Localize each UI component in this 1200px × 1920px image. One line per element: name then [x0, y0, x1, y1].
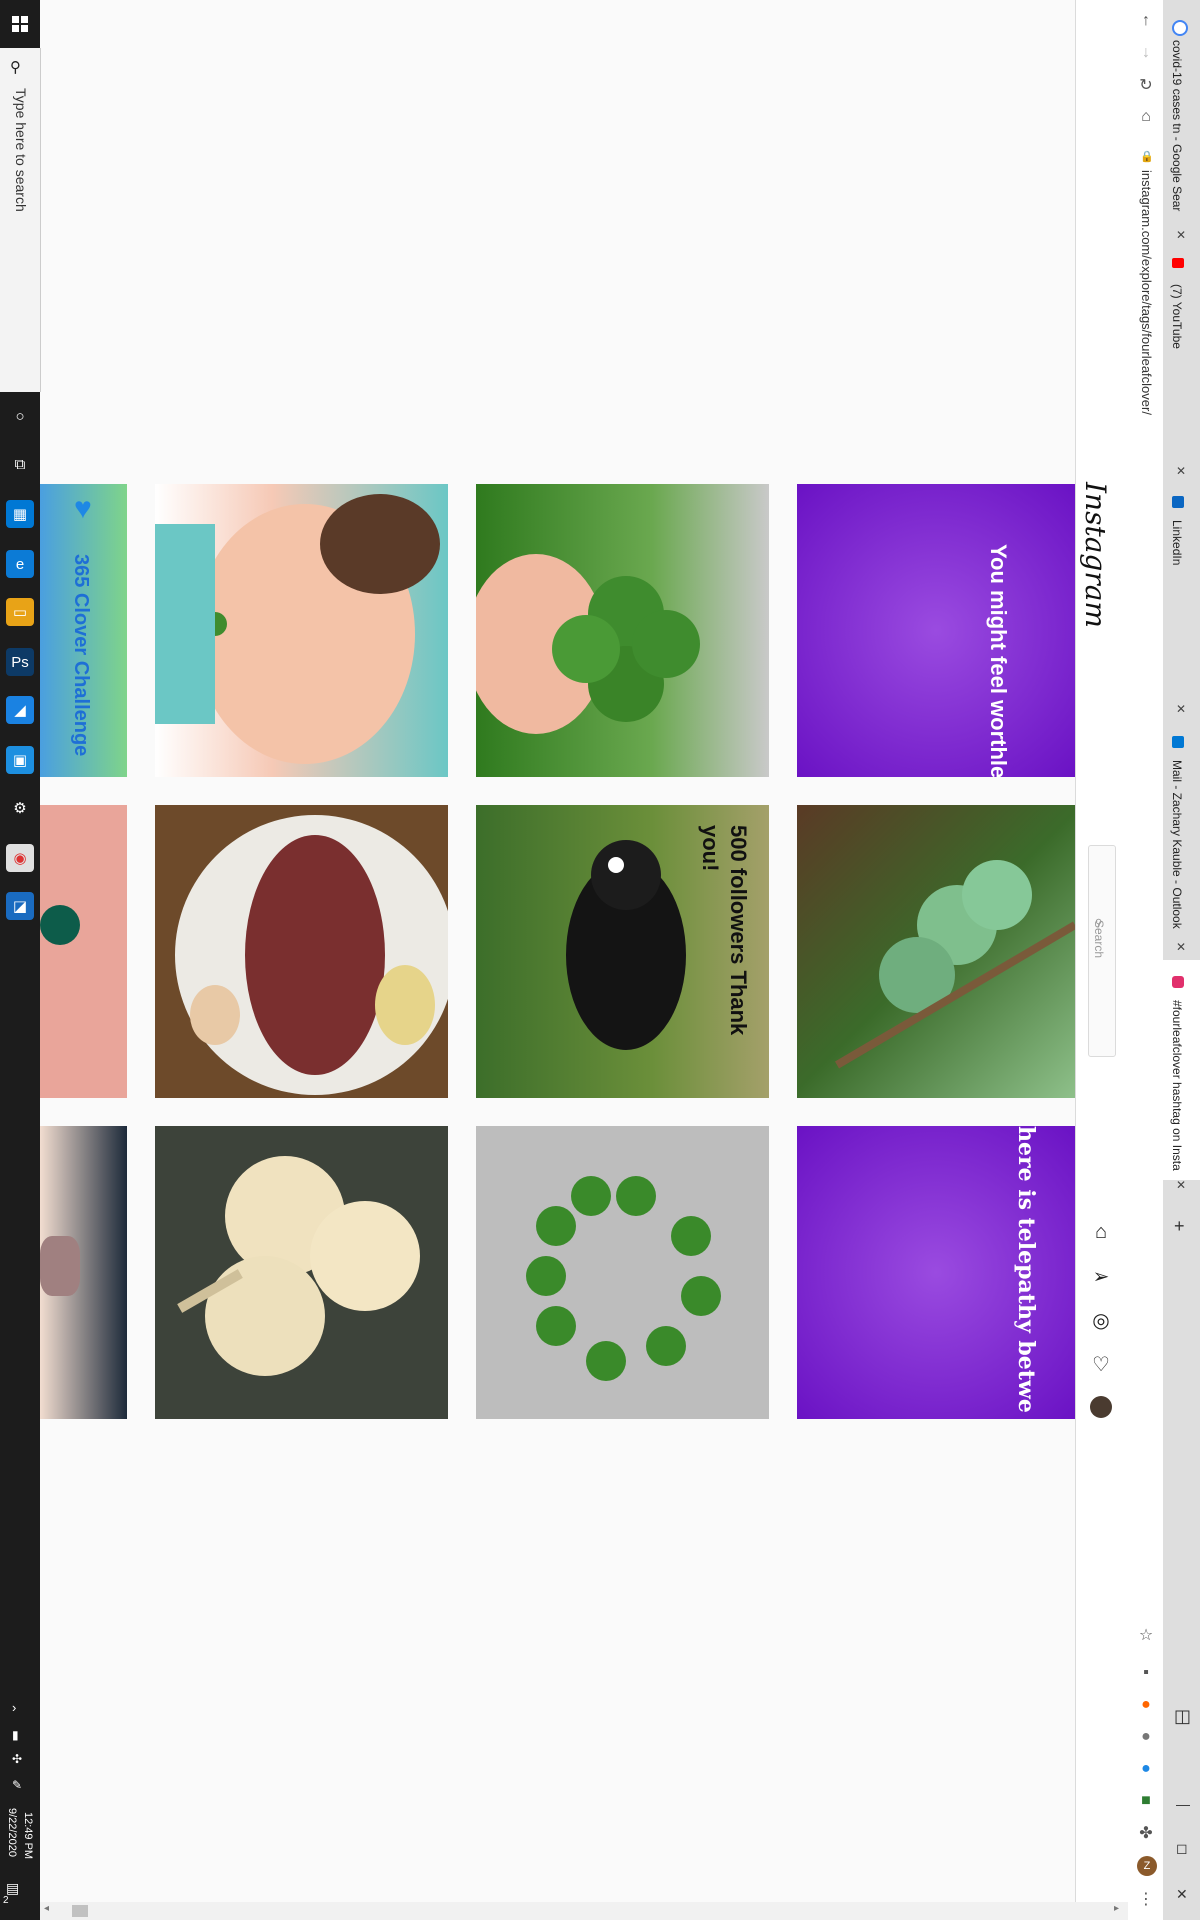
post-caption: You might feel worthless to one person b…: [983, 544, 1013, 777]
notification-icon[interactable]: ▤: [6, 1880, 28, 1902]
close-tab-icon[interactable]: ✕: [1176, 940, 1186, 954]
scrollbar-thumb[interactable]: [72, 1905, 88, 1917]
extension-grammarly-icon[interactable]: ▪: [1135, 1662, 1157, 1684]
maximize-icon[interactable]: ◻: [1176, 1840, 1188, 1857]
store-icon[interactable]: ▦: [6, 500, 34, 528]
azure-icon[interactable]: ◢: [6, 696, 34, 724]
outlook-favicon-icon: [1172, 736, 1184, 748]
dropbox-icon[interactable]: ✣: [12, 1752, 22, 1766]
google-favicon-icon: [1172, 20, 1188, 36]
direct-messages-icon[interactable]: ➢: [1089, 1264, 1113, 1288]
tab-google-title[interactable]: covid-19 cases tn - Google Sear: [1170, 40, 1184, 211]
extension-blue-icon[interactable]: ●: [1135, 1758, 1157, 1780]
settings-gear-icon[interactable]: ⚙: [6, 794, 34, 822]
close-tab-icon[interactable]: ✕: [1176, 228, 1186, 242]
post-caption: here is telepathy betwe hearts.: [1013, 1126, 1039, 1419]
post-365-clover-challenge[interactable]: 365 Clover Challenge ♥: [40, 484, 127, 777]
back-icon[interactable]: ↑: [1135, 10, 1157, 32]
bookmark-star-icon[interactable]: ☆: [1135, 1624, 1157, 1646]
notification-count: 2: [3, 1895, 9, 1906]
tab-youtube-title[interactable]: (7) YouTube: [1170, 284, 1184, 349]
profile-avatar-icon[interactable]: Z: [1137, 1856, 1157, 1876]
taskbar-search-placeholder: Type here to search: [13, 88, 29, 212]
tab-instagram-title[interactable]: #fourleafclover hashtag on Insta: [1170, 1000, 1184, 1171]
photoshop-icon[interactable]: Ps: [6, 648, 34, 676]
emerald-pendant: [40, 905, 80, 945]
heart-logo-icon: ♥: [74, 492, 92, 525]
instagram-logo[interactable]: Instagram: [1079, 482, 1112, 628]
extensions-puzzle-icon[interactable]: ✤: [1135, 1822, 1157, 1844]
profile-avatar[interactable]: [1090, 1396, 1112, 1418]
horizontal-scrollbar[interactable]: [40, 1902, 1128, 1920]
restore-window-icon[interactable]: ◫: [1174, 1706, 1191, 1727]
remote-desktop-icon[interactable]: ▣: [6, 746, 34, 774]
file-explorer-icon[interactable]: ▭: [6, 598, 34, 626]
search-icon: ⚲: [1095, 918, 1103, 929]
edge-icon[interactable]: e: [6, 550, 34, 578]
reload-icon[interactable]: ↻: [1135, 74, 1157, 96]
clock-date[interactable]: 9/22/2020: [6, 1808, 18, 1857]
post-caption: 500 followers Thank you!: [698, 825, 751, 1036]
home-icon[interactable]: ⌂: [1135, 106, 1157, 128]
post-clover-tattoo[interactable]: [40, 1126, 127, 1419]
close-tab-icon[interactable]: ✕: [1176, 464, 1186, 478]
close-window-icon[interactable]: ✕: [1176, 1886, 1188, 1903]
network-icon[interactable]: ▮: [12, 1728, 19, 1742]
youtube-favicon-icon: [1172, 258, 1184, 268]
tab-linkedin-title[interactable]: LinkedIn: [1170, 520, 1184, 565]
post-gold-clover-brooch[interactable]: [155, 1126, 448, 1419]
clock-time[interactable]: 12:49 PM: [22, 1812, 34, 1859]
tab-outlook-title[interactable]: Mail - Zachary Kauble - Outlook: [1170, 760, 1184, 929]
post-corned-beef[interactable]: [155, 805, 448, 1098]
cortana-icon[interactable]: ○: [6, 402, 34, 430]
address-bar-url[interactable]: instagram.com/explore/tags/fourleafclove…: [1139, 170, 1154, 415]
activity-heart-icon[interactable]: ♡: [1089, 1352, 1113, 1376]
chevron-up-icon[interactable]: ›: [12, 1700, 16, 1715]
menu-dots-icon[interactable]: ⋮: [1135, 1888, 1157, 1910]
post-caption: 365 Clover Challenge: [70, 554, 92, 757]
extension-grey-icon[interactable]: ●: [1135, 1726, 1157, 1748]
post-clover-plant[interactable]: [797, 805, 1075, 1098]
post-clover-heart-ring[interactable]: [476, 1126, 769, 1419]
post-hand-necklace[interactable]: [40, 805, 127, 1098]
pen-icon[interactable]: ✎: [12, 1778, 22, 1792]
post-girl-clover[interactable]: [155, 484, 448, 777]
close-tab-icon[interactable]: ✕: [1176, 1178, 1186, 1192]
forward-icon[interactable]: ↓: [1135, 42, 1157, 64]
new-tab-icon[interactable]: +: [1174, 1216, 1185, 1237]
lock-icon: 🔒: [1140, 151, 1154, 163]
linkedin-favicon-icon: [1172, 496, 1184, 508]
close-tab-icon[interactable]: ✕: [1176, 702, 1186, 716]
extension-green-icon[interactable]: ■: [1135, 1790, 1157, 1812]
extension-orange-icon[interactable]: ●: [1135, 1694, 1157, 1716]
scroll-left-icon[interactable]: ◂: [44, 1903, 49, 1914]
chrome-icon[interactable]: ◉: [6, 844, 34, 872]
windows-start-icon[interactable]: [0, 0, 40, 48]
post-dog-500-followers[interactable]: 500 followers Thank you!: [476, 805, 769, 1098]
tattoo-clover: [40, 1236, 80, 1296]
explore-compass-icon[interactable]: ◎: [1089, 1308, 1113, 1332]
home-icon[interactable]: ⌂: [1089, 1220, 1113, 1244]
scroll-right-icon[interactable]: ▸: [1114, 1903, 1119, 1914]
instagram-favicon-icon: [1172, 976, 1184, 988]
task-view-icon[interactable]: ⧉: [6, 450, 34, 478]
app-icon[interactable]: ◪: [6, 892, 34, 920]
post-hand-clover[interactable]: [476, 484, 769, 777]
search-icon: ⚲: [10, 59, 21, 76]
post-quote-purple[interactable]: You might feel worthless to one person b…: [797, 484, 1075, 777]
post-quote-purple[interactable]: here is telepathy betwe hearts.: [797, 1126, 1075, 1419]
minimize-icon[interactable]: —: [1176, 1796, 1190, 1812]
